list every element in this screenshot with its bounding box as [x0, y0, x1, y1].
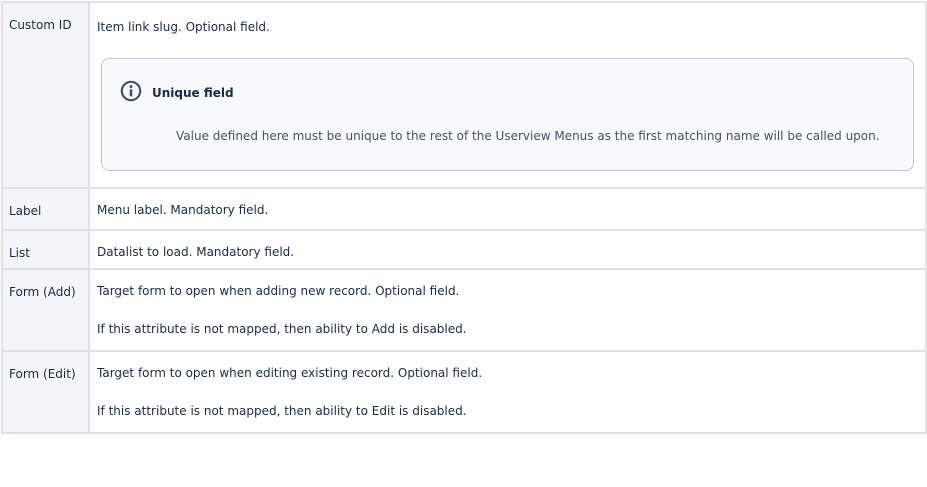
- attribute-description: Target form to open when editing existin…: [97, 366, 483, 380]
- table-row: Form (Add) Target form to open when addi…: [1, 268, 927, 352]
- attribute-description: Item link slug. Optional field.: [97, 20, 270, 34]
- attribute-name: List: [9, 246, 30, 260]
- attribute-description: Datalist to load. Mandatory field.: [97, 245, 295, 259]
- table-row: List Datalist to load. Mandatory field.: [1, 229, 927, 270]
- attribute-description: Target form to open when adding new reco…: [97, 284, 460, 298]
- attribute-name-cell: Label: [1, 187, 90, 231]
- table-row: Form (Edit) Target form to open when edi…: [1, 350, 927, 434]
- attribute-description-cell: Target form to open when editing existin…: [88, 350, 927, 434]
- attribute-description-cell: Datalist to load. Mandatory field.: [88, 229, 927, 270]
- attribute-description-cell: Target form to open when adding new reco…: [88, 268, 927, 352]
- attributes-table: Custom ID Item link slug. Optional field…: [1, 1, 927, 434]
- attribute-description: Menu label. Mandatory field.: [97, 203, 269, 217]
- attribute-name: Label: [9, 204, 42, 218]
- attribute-note: If this attribute is not mapped, then ab…: [97, 322, 467, 336]
- attribute-name-cell: Custom ID: [1, 1, 90, 189]
- attribute-note: If this attribute is not mapped, then ab…: [97, 404, 467, 418]
- attribute-name-cell: List: [1, 229, 90, 270]
- table-row: Label Menu label. Mandatory field.: [1, 187, 927, 231]
- attribute-name: Form (Edit): [9, 367, 76, 381]
- info-panel-title: Unique field: [152, 86, 234, 100]
- info-panel-body: Value defined here must be unique to the…: [176, 129, 880, 143]
- attribute-name-cell: Form (Add): [1, 268, 90, 352]
- info-panel: Unique field Value defined here must be …: [101, 58, 914, 171]
- attribute-name: Custom ID: [9, 18, 72, 32]
- attribute-description-cell: Menu label. Mandatory field.: [88, 187, 927, 231]
- info-icon: [120, 80, 142, 102]
- table-row: Custom ID Item link slug. Optional field…: [1, 1, 927, 189]
- attribute-name-cell: Form (Edit): [1, 350, 90, 434]
- attribute-description-cell: Item link slug. Optional field. Unique f…: [88, 1, 927, 189]
- attribute-name: Form (Add): [9, 285, 76, 299]
